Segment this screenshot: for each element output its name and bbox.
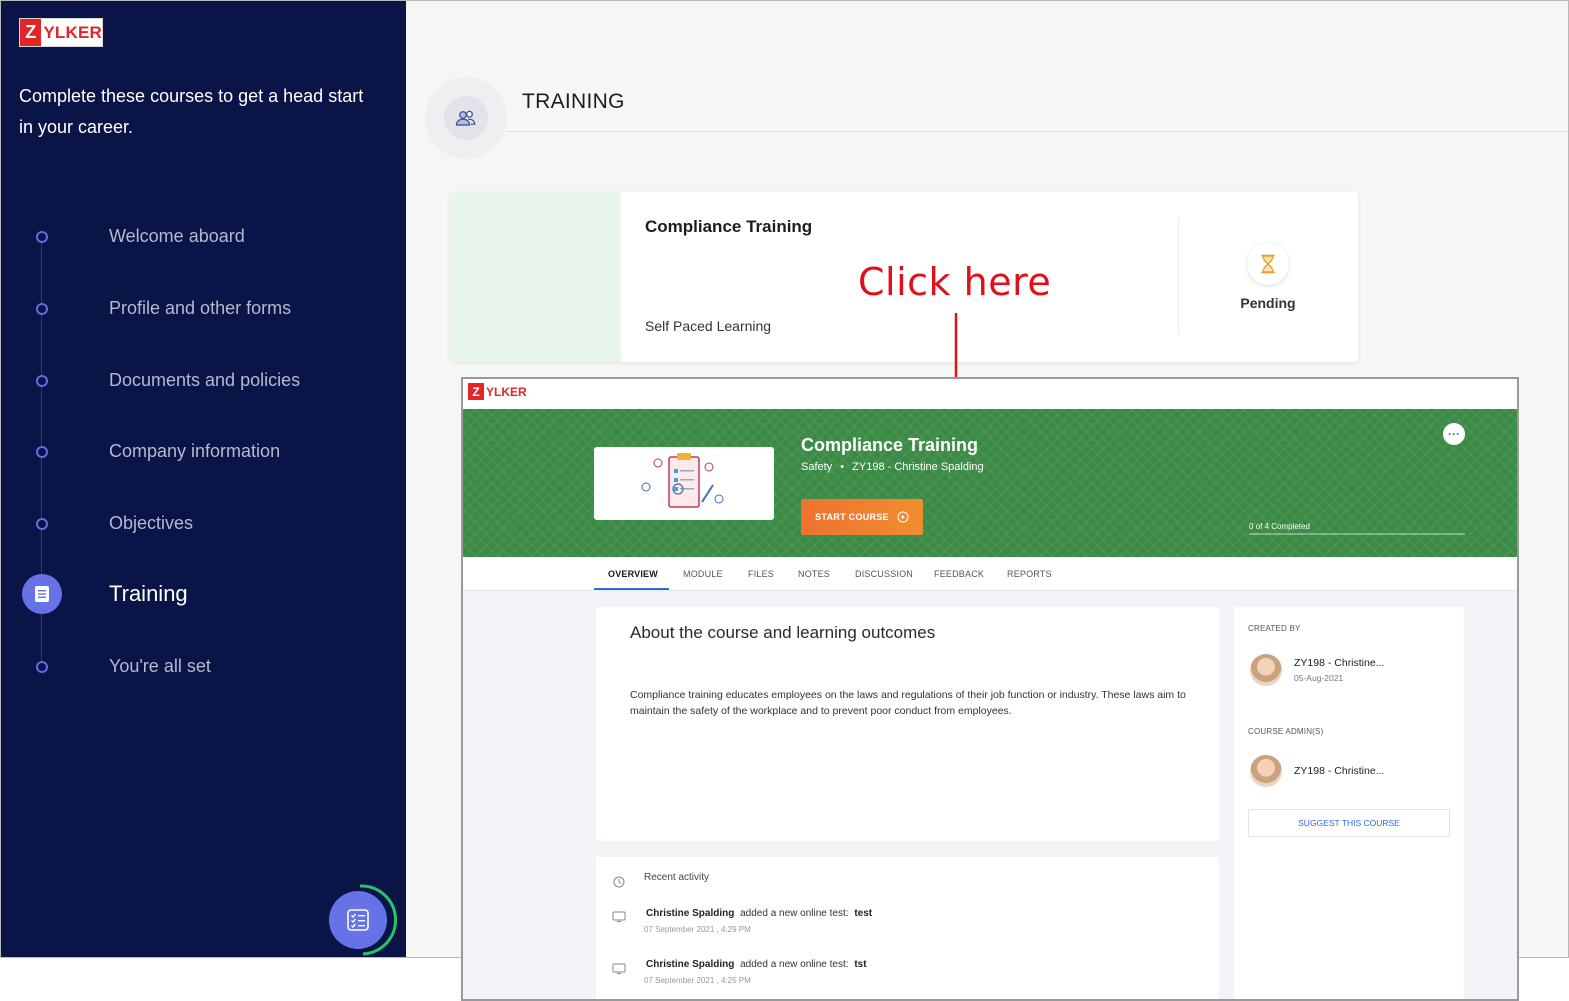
click-here-annotation: Click here bbox=[858, 260, 1052, 304]
creator-name: ZY198 - Christine... bbox=[1294, 657, 1385, 669]
tab-files[interactable]: FILES bbox=[748, 569, 774, 579]
step-training[interactable]: Training bbox=[1, 574, 406, 614]
start-course-label: START COURSE bbox=[815, 512, 889, 522]
avatar bbox=[1250, 654, 1282, 686]
step-label: Objectives bbox=[109, 513, 194, 533]
step-label: Company information bbox=[109, 441, 281, 461]
course-banner: Compliance Training Safety • ZY198 - Chr… bbox=[463, 409, 1517, 557]
header-divider bbox=[507, 131, 1568, 132]
recent-activity-title: Recent activity bbox=[644, 872, 710, 883]
activity-action: added a new online test: bbox=[740, 959, 849, 970]
recent-activity-card: Recent activity Christine Spalding added… bbox=[596, 857, 1219, 999]
activity-user: Christine Spalding bbox=[646, 908, 735, 919]
about-course-card: About the course and learning outcomes C… bbox=[596, 607, 1219, 841]
hourglass-icon bbox=[1247, 243, 1289, 285]
activity-time: 07 September 2021 , 4:25 PM bbox=[644, 976, 751, 985]
checklist-fab-button[interactable] bbox=[329, 891, 387, 949]
step-label: Welcome aboard bbox=[109, 226, 245, 246]
tab-overview[interactable]: OVERVIEW bbox=[608, 569, 658, 579]
step-dot-icon bbox=[36, 231, 48, 243]
monitor-icon bbox=[612, 963, 626, 974]
creator-date: 05-Aug-2021 bbox=[1294, 673, 1344, 683]
course-tabs: OVERVIEW MODULE FILES NOTES DISCUSSION F… bbox=[463, 557, 1517, 591]
course-admins-label: COURSE ADMIN(S) bbox=[1248, 727, 1324, 736]
course-info-sidebar: CREATED BY ZY198 - Christine... 05-Aug-2… bbox=[1234, 607, 1464, 999]
avatar bbox=[1250, 755, 1282, 787]
status-badge: Pending bbox=[1240, 295, 1296, 311]
step-welcome-aboard[interactable]: Welcome aboard bbox=[1, 217, 406, 257]
course-title[interactable]: Compliance Training bbox=[645, 217, 812, 237]
course-page-topbar: Z YLKER bbox=[463, 379, 1517, 409]
course-type: Self Paced Learning bbox=[645, 318, 772, 334]
step-company-information[interactable]: Company information bbox=[1, 432, 406, 472]
users-icon bbox=[455, 110, 476, 126]
tab-discussion[interactable]: DISCUSSION bbox=[855, 569, 913, 579]
step-youre-all-set[interactable]: You're all set bbox=[1, 647, 406, 687]
about-description: Compliance training educates employees o… bbox=[630, 689, 1186, 717]
compliance-clipboard-icon bbox=[641, 453, 724, 508]
zylker-logo: Z YLKER bbox=[468, 383, 527, 400]
document-icon bbox=[22, 574, 62, 614]
activity-action: added a new online test: bbox=[740, 908, 849, 919]
logo-wordmark: YLKER bbox=[486, 384, 527, 399]
activity-user: Christine Spalding bbox=[646, 959, 735, 970]
sidebar-tagline: Complete these courses to get a head sta… bbox=[19, 86, 364, 137]
tab-notes[interactable]: NOTES bbox=[798, 569, 830, 579]
suggest-course-button[interactable]: SUGGEST THIS COURSE bbox=[1248, 809, 1450, 837]
activity-target: test bbox=[854, 908, 873, 919]
activity-target: tst bbox=[854, 959, 867, 970]
course-progress-bar bbox=[1249, 533, 1465, 535]
course-meta: Safety • ZY198 - Christine Spalding bbox=[801, 461, 984, 473]
step-dot-icon bbox=[36, 446, 48, 458]
monitor-icon bbox=[612, 911, 626, 922]
progress-label: 0 of 4 Completed bbox=[1249, 522, 1310, 531]
logo-wordmark: YLKER bbox=[43, 22, 102, 42]
step-profile-and-other-forms[interactable]: Profile and other forms bbox=[1, 289, 406, 329]
course-author: ZY198 - Christine Spalding bbox=[852, 461, 984, 473]
created-by-label: CREATED BY bbox=[1248, 624, 1301, 633]
page-title: TRAINING bbox=[522, 90, 625, 113]
step-dot-icon bbox=[36, 661, 48, 673]
step-label: You're all set bbox=[109, 656, 211, 676]
activity-time: 07 September 2021 , 4:29 PM bbox=[644, 925, 751, 934]
tab-feedback[interactable]: FEEDBACK bbox=[934, 569, 984, 579]
play-circle-icon bbox=[897, 511, 909, 523]
logo-z-mark: Z bbox=[20, 19, 42, 46]
step-objectives[interactable]: Objectives bbox=[1, 504, 406, 544]
meta-separator: • bbox=[840, 461, 845, 473]
tab-module[interactable]: MODULE bbox=[683, 569, 723, 579]
step-dot-icon bbox=[36, 375, 48, 387]
active-tab-indicator bbox=[594, 588, 669, 590]
zylker-logo: Z YLKER bbox=[19, 18, 103, 47]
course-page-preview: Z YLKER Compliance Training Safety • ZY1… bbox=[461, 377, 1519, 1001]
logo-z-mark: Z bbox=[468, 383, 484, 400]
admin-name: ZY198 - Christine... bbox=[1294, 765, 1385, 777]
course-thumbnail bbox=[450, 192, 621, 362]
training-header-badge bbox=[425, 77, 507, 159]
step-dot-icon bbox=[36, 518, 48, 530]
tab-reports[interactable]: REPORTS bbox=[1007, 569, 1052, 579]
course-category: Safety bbox=[801, 461, 833, 473]
activity-item: Christine Spalding added a new online te… bbox=[646, 908, 872, 919]
more-options-icon[interactable]: ··· bbox=[1443, 423, 1465, 445]
history-icon bbox=[613, 876, 625, 888]
step-label: Documents and policies bbox=[109, 370, 301, 390]
card-divider bbox=[1178, 217, 1179, 335]
start-course-button[interactable]: START COURSE bbox=[801, 499, 923, 535]
step-label: Training bbox=[109, 581, 188, 606]
course-title: Compliance Training bbox=[801, 435, 979, 455]
about-title: About the course and learning outcomes bbox=[630, 623, 936, 642]
course-cover-image bbox=[594, 447, 774, 520]
activity-item: Christine Spalding added a new online te… bbox=[646, 959, 867, 970]
step-label: Profile and other forms bbox=[109, 298, 292, 318]
step-dot-icon bbox=[36, 303, 48, 315]
checklist-icon bbox=[347, 909, 369, 931]
step-documents-and-policies[interactable]: Documents and policies bbox=[1, 361, 406, 401]
onboarding-sidebar: Z YLKER Complete these courses to get a … bbox=[1, 1, 406, 957]
